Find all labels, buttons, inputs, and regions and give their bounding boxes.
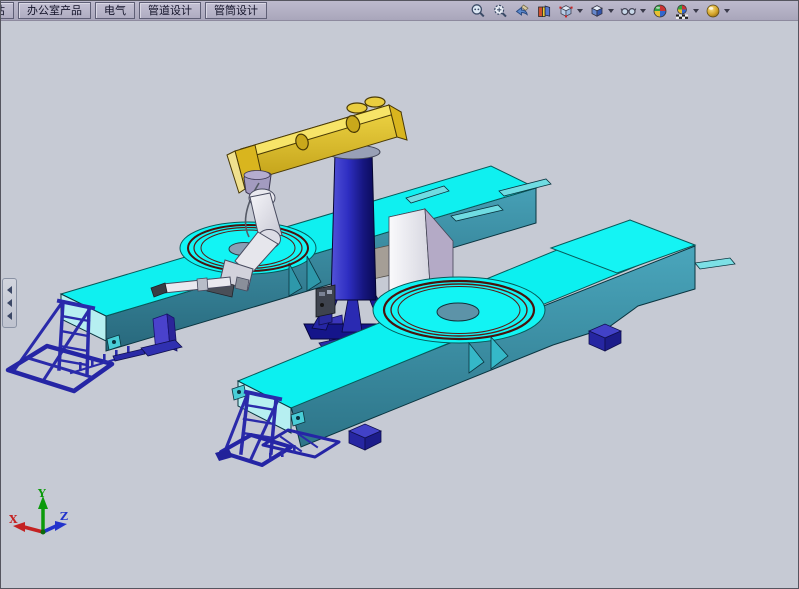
zoom-to-area-button[interactable] — [490, 2, 510, 19]
tab-electrical[interactable]: 电气 — [95, 2, 135, 19]
previous-view-icon — [514, 3, 530, 19]
expand-left-icon — [7, 299, 12, 307]
hide-show-items-icon — [620, 3, 637, 19]
view-orientation-icon — [558, 3, 574, 19]
tab-evaluate-partial[interactable]: 估 — [1, 2, 14, 19]
triad-y-label: Y — [37, 487, 46, 500]
display-style-button[interactable] — [587, 2, 616, 19]
previous-view-button[interactable] — [512, 2, 532, 19]
hide-show-items-button[interactable] — [618, 2, 648, 19]
triad-x-label: X — [9, 513, 18, 526]
display-style-icon — [589, 3, 605, 19]
display-style-dropdown — [608, 9, 614, 13]
tab-piping-design[interactable]: 管道设计 — [139, 2, 201, 19]
view-orientation-button[interactable] — [556, 2, 585, 19]
edit-appearance-icon — [652, 3, 668, 19]
triad-z-label: Z — [60, 510, 68, 523]
view-settings-button[interactable] — [703, 2, 732, 19]
hide-show-items-dropdown — [640, 9, 646, 13]
graphics-viewport[interactable]: Y X Z — [1, 20, 799, 589]
zoom-to-fit-button[interactable] — [468, 2, 488, 19]
control-box[interactable] — [316, 285, 335, 325]
expand-left-icon — [7, 286, 12, 294]
apply-scene-dropdown — [693, 9, 699, 13]
section-view-icon — [536, 3, 552, 19]
model-canvas[interactable]: Y X Z — [1, 20, 799, 589]
expand-left-icon — [7, 312, 12, 320]
view-orientation-dropdown — [577, 9, 583, 13]
reference-triad: Y X Z — [9, 487, 68, 535]
edit-appearance-button[interactable] — [650, 2, 670, 19]
heads-up-view-toolbar — [468, 2, 798, 19]
apply-scene-button[interactable] — [672, 2, 701, 19]
zoom-to-area-icon — [492, 3, 508, 19]
view-settings-icon — [705, 3, 721, 19]
panel-expander-button[interactable] — [2, 278, 17, 328]
tab-office-products[interactable]: 办公室产品 — [18, 2, 91, 19]
tab-tubing-design[interactable]: 管筒设计 — [205, 2, 267, 19]
cad-window: 估 办公室产品 电气 管道设计 管筒设计 — [0, 0, 799, 589]
command-tab-bar: 估 办公室产品 电气 管道设计 管筒设计 — [1, 1, 798, 21]
view-settings-dropdown — [724, 9, 730, 13]
section-view-button[interactable] — [534, 2, 554, 19]
zoom-to-fit-icon — [470, 3, 486, 19]
command-tabs: 估 办公室产品 电气 管道设计 管筒设计 — [1, 1, 271, 20]
apply-scene-icon — [674, 3, 690, 19]
